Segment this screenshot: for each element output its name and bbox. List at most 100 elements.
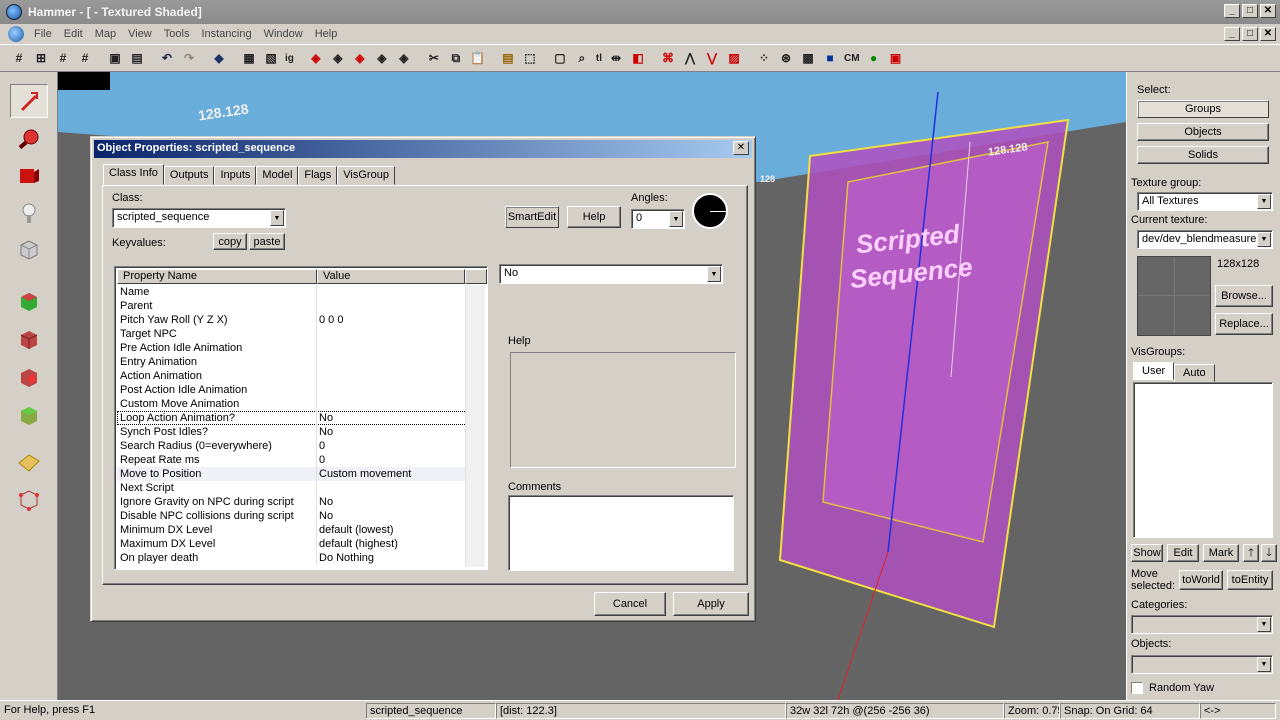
minimize-button[interactable]: _ <box>1224 4 1240 18</box>
clip-icon[interactable]: ⋁ <box>702 48 722 68</box>
texture-group-select[interactable]: All Textures ▼ <box>1137 192 1273 211</box>
table-row[interactable]: Next Script <box>117 481 485 495</box>
table-row[interactable]: Custom Move Animation <box>117 397 485 411</box>
table-row[interactable]: Maximum DX Level default (highest) <box>117 537 485 551</box>
grid-large-icon[interactable]: ⊞ <box>31 48 51 68</box>
tab-inputs[interactable]: Inputs <box>214 166 257 185</box>
undo-icon[interactable]: ↶ <box>157 48 177 68</box>
run-icon[interactable]: ▤ <box>498 48 518 68</box>
dialog-close-button[interactable]: ✕ <box>733 141 749 155</box>
browse-button[interactable]: Browse... <box>1215 285 1273 307</box>
table-row[interactable]: Synch Post Idles? No <box>117 425 485 439</box>
cm-button[interactable]: CM <box>842 48 862 68</box>
flip-icon[interactable]: ◧ <box>628 48 648 68</box>
solid2-icon[interactable]: ◈ <box>328 48 348 68</box>
hash-icon[interactable]: # <box>75 48 95 68</box>
close-button[interactable]: ✕ <box>1260 4 1276 18</box>
ungroup-icon[interactable]: ▤ <box>127 48 147 68</box>
select-objects-button[interactable]: Objects <box>1137 123 1269 141</box>
mirror-icon[interactable]: ⇹ <box>606 48 626 68</box>
copy-icon[interactable]: ⧉ <box>446 48 466 68</box>
menu-file[interactable]: File <box>28 28 58 40</box>
table-row[interactable]: Post Action Idle Animation <box>117 383 485 397</box>
wireframe-icon[interactable]: ▩ <box>798 48 818 68</box>
ig-button[interactable]: ig <box>283 48 296 68</box>
vertex-icon[interactable]: ⋀ <box>680 48 700 68</box>
grid-icon[interactable]: # <box>9 48 29 68</box>
vertex-tool[interactable] <box>10 482 48 516</box>
table-row[interactable]: Parent <box>117 299 485 313</box>
select-groups-button[interactable]: Groups <box>1137 100 1269 118</box>
table-row[interactable]: Entry Animation <box>117 355 485 369</box>
class-select[interactable]: scripted_sequence ▼ <box>112 208 286 228</box>
menu-instancing[interactable]: Instancing <box>195 28 257 40</box>
to-world-button[interactable]: toWorld <box>1179 570 1223 590</box>
menu-help[interactable]: Help <box>309 28 344 40</box>
decal-icon[interactable]: ⌘ <box>658 48 678 68</box>
decal-tool[interactable] <box>10 360 48 394</box>
solid4-icon[interactable]: ◈ <box>372 48 392 68</box>
magnify-icon[interactable]: ⌕ <box>572 48 592 68</box>
table-row[interactable]: On player death Do Nothing <box>117 551 485 565</box>
overlay-tool[interactable] <box>10 398 48 432</box>
copy-button[interactable]: copy <box>213 233 247 250</box>
table-row[interactable]: Pitch Yaw Roll (Y Z X) 0 0 0 <box>117 313 485 327</box>
texture-lock-icon[interactable]: ▦ <box>239 48 259 68</box>
paste-button[interactable]: paste <box>249 233 285 250</box>
tl-button[interactable]: tl <box>594 48 604 68</box>
visgroup-mark-button[interactable]: Mark <box>1203 544 1239 562</box>
categories-select[interactable]: ▼ <box>1131 615 1273 634</box>
random-yaw-checkbox[interactable] <box>1131 682 1143 694</box>
models-icon[interactable]: ⁘ <box>754 48 774 68</box>
texture-preview[interactable] <box>1137 256 1211 336</box>
magnify-tool[interactable] <box>10 122 48 156</box>
table-row[interactable]: Loop Action Animation? No <box>117 411 485 425</box>
overlay-icon[interactable]: ▨ <box>724 48 744 68</box>
angle-dial[interactable] <box>692 193 728 229</box>
tab-visgroup[interactable]: VisGroup <box>337 166 395 185</box>
clipping-tool[interactable] <box>10 444 48 478</box>
visgroup-down-arrow-icon[interactable]: 🡓 <box>1261 544 1277 562</box>
current-texture-select[interactable]: dev/dev_blendmeasure ▼ <box>1137 230 1273 249</box>
column-header-value[interactable]: Value <box>317 269 465 284</box>
block-tool[interactable] <box>10 232 48 266</box>
apply-button[interactable]: Apply <box>673 592 749 616</box>
select-icon[interactable]: ⬚ <box>520 48 540 68</box>
selection-box-icon[interactable]: ▢ <box>550 48 570 68</box>
objects-select[interactable]: ▼ <box>1131 655 1273 674</box>
menu-tools[interactable]: Tools <box>158 28 196 40</box>
menu-view[interactable]: View <box>122 28 158 40</box>
table-row[interactable]: Pre Action Idle Animation <box>117 341 485 355</box>
table-row[interactable]: Disable NPC collisions during script No <box>117 509 485 523</box>
smartedit-toggle[interactable]: SmartEdit <box>505 206 559 228</box>
value-select[interactable]: No ▼ <box>499 264 723 284</box>
cut-icon[interactable]: ✂ <box>424 48 444 68</box>
camera-tool[interactable] <box>10 158 48 192</box>
solid3-icon[interactable]: ◈ <box>350 48 370 68</box>
redo-icon[interactable]: ↷ <box>179 48 199 68</box>
menu-window[interactable]: Window <box>258 28 309 40</box>
menu-edit[interactable]: Edit <box>58 28 89 40</box>
visgroup-up-arrow-icon[interactable]: 🡑 <box>1243 544 1259 562</box>
help-button[interactable]: Help <box>567 206 621 228</box>
solid1-icon[interactable]: ◈ <box>306 48 326 68</box>
tab-auto[interactable]: Auto <box>1174 364 1215 382</box>
tab-flags[interactable]: Flags <box>298 166 338 185</box>
grid-small-icon[interactable]: # <box>53 48 73 68</box>
visgroup-edit-button[interactable]: Edit <box>1167 544 1199 562</box>
mdi-close-button[interactable]: ✕ <box>1260 27 1276 41</box>
tab-outputs[interactable]: Outputs <box>163 166 215 185</box>
nodraw-icon[interactable]: ▣ <box>886 48 906 68</box>
texture-application-tool[interactable] <box>10 284 48 318</box>
camera-icon[interactable]: ⊛ <box>776 48 796 68</box>
comments-textarea[interactable] <box>508 495 734 571</box>
table-scrollbar[interactable] <box>465 285 485 567</box>
table-row[interactable]: Target NPC <box>117 327 485 341</box>
apply-texture-tool[interactable] <box>10 322 48 356</box>
maximize-button[interactable]: □ <box>1242 4 1258 18</box>
table-row[interactable]: Search Radius (0=everywhere) 0 <box>117 439 485 453</box>
visgroups-list[interactable] <box>1133 382 1273 538</box>
entity-icon[interactable]: ■ <box>820 48 840 68</box>
select-solids-button[interactable]: Solids <box>1137 146 1269 164</box>
table-row[interactable]: Minimum DX Level default (lowest) <box>117 523 485 537</box>
